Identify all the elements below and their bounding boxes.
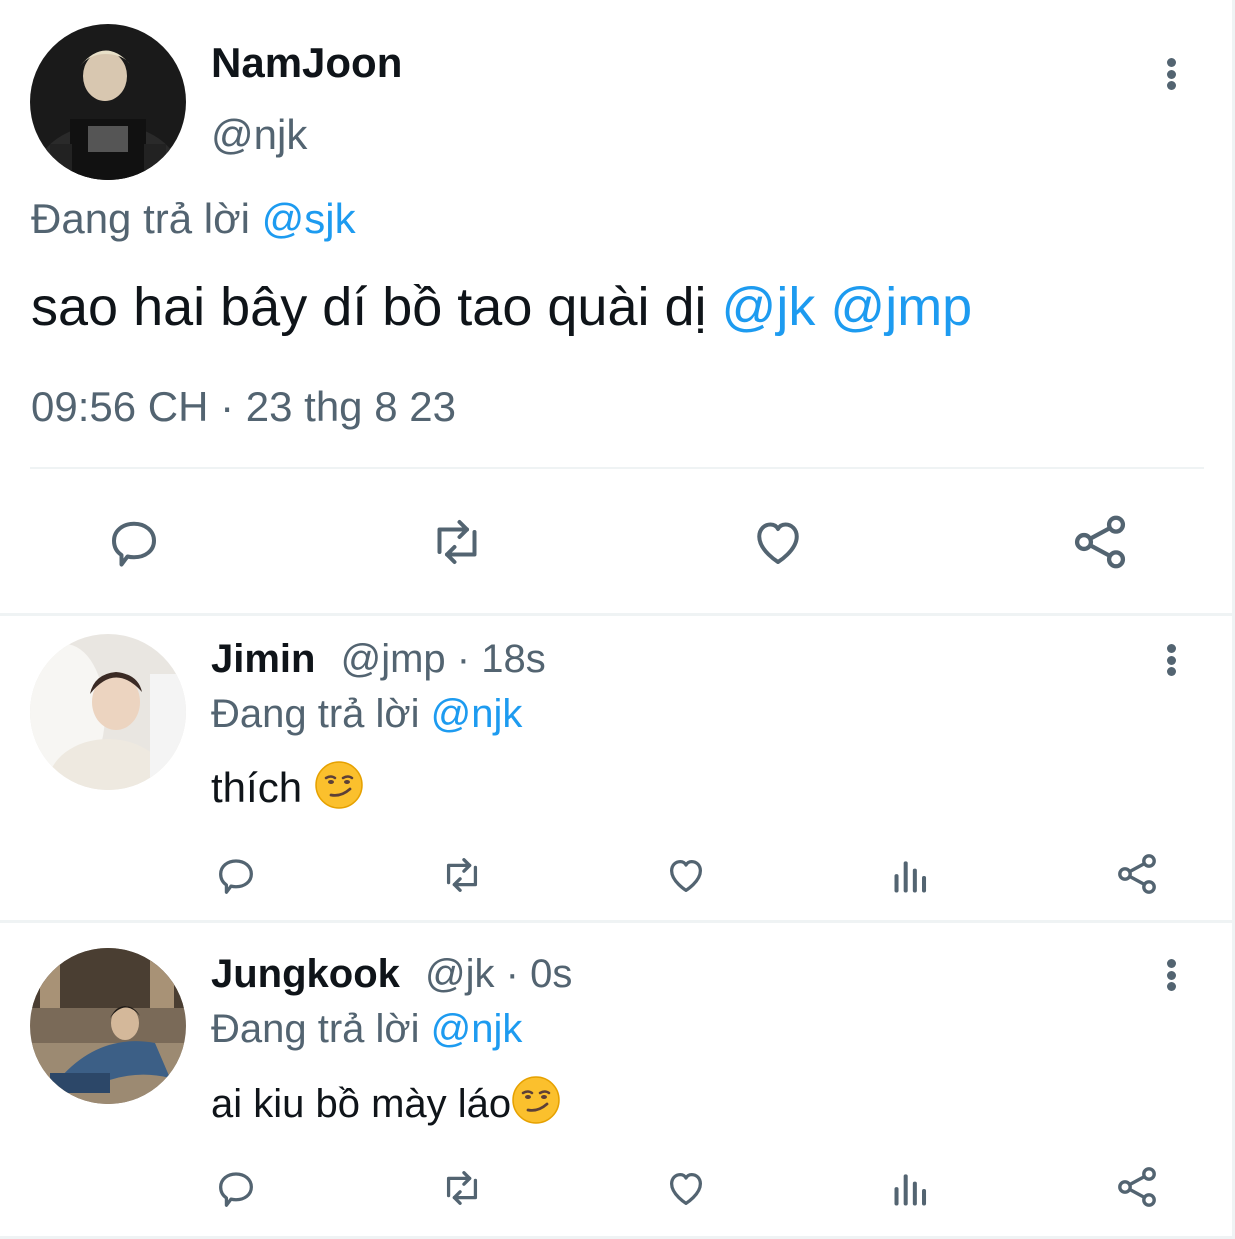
section-divider bbox=[0, 613, 1235, 616]
retweet-icon[interactable] bbox=[425, 512, 489, 572]
more-options-button[interactable] bbox=[1156, 955, 1186, 995]
reply-separator: · bbox=[456, 637, 471, 681]
replying-to-label: Đang trả lời bbox=[211, 1007, 420, 1051]
share-icon[interactable] bbox=[1113, 1163, 1161, 1211]
share-icon[interactable] bbox=[1068, 510, 1132, 574]
reply-text: thích bbox=[211, 760, 364, 822]
dot-icon bbox=[1166, 58, 1176, 67]
dot-icon bbox=[1166, 982, 1176, 991]
reply-display-name[interactable]: Jungkook bbox=[211, 952, 400, 996]
mention-jmp[interactable]: @jmp bbox=[830, 277, 972, 337]
retweet-icon[interactable] bbox=[437, 852, 487, 898]
views-icon[interactable] bbox=[889, 1167, 933, 1211]
reply-body: thích bbox=[211, 764, 303, 812]
dot-icon bbox=[1166, 81, 1176, 90]
replying-to-line: Đang trả lời @njk bbox=[211, 1004, 522, 1054]
reply-time[interactable]: 0s bbox=[530, 952, 572, 996]
reply-icon[interactable] bbox=[213, 1165, 259, 1211]
replying-to-label: Đang trả lời bbox=[31, 195, 250, 242]
dot-icon bbox=[1166, 644, 1176, 653]
replying-to-mention[interactable]: @njk bbox=[431, 692, 523, 736]
views-icon[interactable] bbox=[889, 854, 933, 898]
avatar-jimin[interactable] bbox=[30, 634, 186, 790]
avatar-jungkook[interactable] bbox=[30, 948, 186, 1104]
smirking-face-icon bbox=[511, 1075, 561, 1138]
author-handle[interactable]: @njk bbox=[211, 110, 307, 160]
dot-icon bbox=[1166, 970, 1176, 980]
like-icon[interactable] bbox=[748, 512, 808, 572]
reply-handle[interactable]: @jmp bbox=[341, 637, 446, 681]
author-display-name[interactable]: NamJoon bbox=[211, 38, 402, 88]
reply-icon[interactable] bbox=[213, 852, 259, 898]
replying-to-mention[interactable]: @sjk bbox=[262, 195, 356, 242]
like-icon[interactable] bbox=[663, 1165, 709, 1211]
replying-to-line: Đang trả lời @njk bbox=[211, 689, 522, 739]
replying-to-line: Đang trả lời @sjk bbox=[31, 194, 356, 244]
reply-handle[interactable]: @jk bbox=[425, 952, 495, 996]
reply-text: ai kiu bồ mày láo bbox=[211, 1075, 561, 1138]
smirking-face-icon bbox=[314, 760, 364, 822]
like-icon[interactable] bbox=[663, 852, 709, 898]
section-divider bbox=[0, 920, 1235, 923]
tweet-timestamp[interactable]: 09:56 CH · 23 thg 8 23 bbox=[31, 382, 456, 432]
dot-icon bbox=[1166, 655, 1176, 665]
avatar-namjoon[interactable] bbox=[30, 24, 186, 180]
reply-separator: · bbox=[505, 952, 519, 996]
reply-header: Jungkook @jk · 0s bbox=[211, 949, 572, 999]
reply-icon[interactable] bbox=[104, 512, 164, 572]
replying-to-mention[interactable]: @njk bbox=[431, 1007, 523, 1051]
dot-icon bbox=[1166, 667, 1176, 676]
timestamp-divider bbox=[30, 467, 1204, 469]
reply-body: ai kiu bồ mày láo bbox=[211, 1082, 512, 1127]
reply-time[interactable]: 18s bbox=[481, 637, 546, 681]
tweet-body: sao hai bây dí bồ tao quài dị bbox=[31, 277, 707, 337]
more-options-button[interactable] bbox=[1156, 54, 1186, 94]
dot-icon bbox=[1166, 959, 1176, 968]
replying-to-label: Đang trả lời bbox=[211, 692, 420, 736]
tweet-text: sao hai bây dí bồ tao quài dị @jk @jmp bbox=[31, 275, 972, 339]
dot-icon bbox=[1166, 69, 1176, 79]
share-icon[interactable] bbox=[1113, 850, 1161, 898]
reply-header: Jimin @jmp · 18s bbox=[211, 634, 546, 684]
mention-jk[interactable]: @jk bbox=[722, 277, 816, 337]
reply-display-name[interactable]: Jimin bbox=[211, 637, 315, 681]
retweet-icon[interactable] bbox=[437, 1165, 487, 1211]
more-options-button[interactable] bbox=[1156, 640, 1186, 680]
